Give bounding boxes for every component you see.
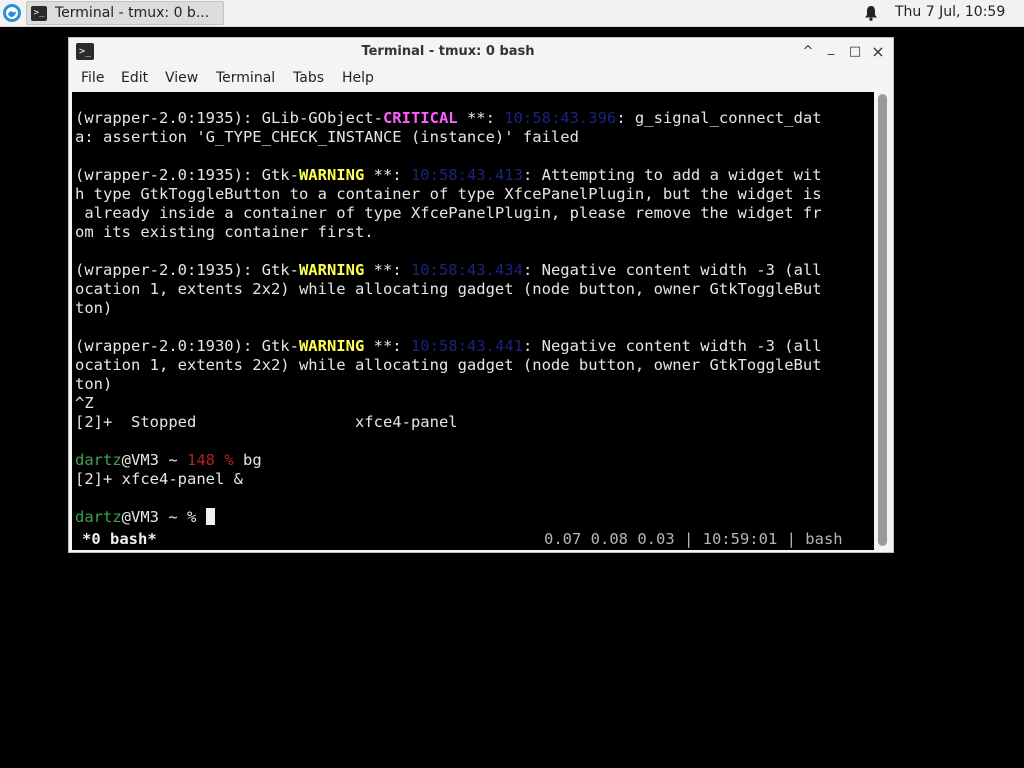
output-text: ton) — [75, 375, 113, 393]
terminal-line: ^Z — [75, 394, 94, 412]
prompt-user: dartz — [75, 508, 122, 526]
tmux-window-list[interactable]: *0 bash* — [82, 530, 157, 549]
menu-help[interactable]: Help — [342, 70, 374, 86]
terminal-line: ton) — [75, 299, 112, 317]
shade-button[interactable]: ^ — [799, 43, 817, 61]
menu-view[interactable]: View — [165, 70, 198, 86]
log-level: WARNING — [298, 261, 365, 279]
log-prefix: (wrapper-2.0:1935): GLib-GObject- — [75, 109, 383, 127]
app-menu-icon[interactable] — [3, 4, 21, 22]
log-prefix: (wrapper-2.0:1935): Gtk- — [75, 166, 299, 184]
prompt-host: @VM3 ~ % — [121, 508, 206, 526]
prompt-host: @VM3 ~ — [121, 451, 187, 469]
log-message: : Negative content width -3 (all — [522, 337, 822, 355]
log-level: WARNING — [298, 166, 365, 184]
log-level: WARNING — [298, 337, 365, 355]
terminal-line: [2]+ Stopped xfce4-panel — [75, 413, 458, 431]
prompt-command: bg — [243, 451, 262, 469]
log-message: : Attempting to add a widget wit — [522, 166, 822, 184]
log-timestamp: 10:58:43.413 — [410, 166, 523, 184]
output-text: a: assertion 'G_TYPE_CHECK_INSTANCE (ins… — [75, 128, 579, 146]
scrollbar[interactable] — [875, 92, 891, 550]
prompt-exit-code: 148 % — [187, 451, 243, 469]
tmux-status-right: 0.07 0.08 0.03 | 10:59:01 | bash — [544, 530, 843, 548]
log-message: : Negative content width -3 (all — [522, 261, 822, 279]
notification-bell-icon[interactable] — [864, 5, 878, 21]
log-level: CRITICAL — [382, 109, 458, 127]
maximize-button[interactable]: □ — [846, 43, 864, 61]
titlebar[interactable]: >_ Terminal - tmux: 0 bash ^ _ □ × — [69, 38, 893, 66]
log-timestamp: 10:58:43.441 — [410, 337, 523, 355]
terminal-line: dartz@VM3 ~ 148 % bg — [75, 451, 262, 469]
terminal-line: (wrapper-2.0:1930): Gtk-WARNING **: 10:5… — [75, 337, 822, 355]
close-button[interactable]: × — [869, 43, 887, 61]
output-text: h type GtkToggleButton to a container of… — [75, 185, 822, 203]
clock[interactable]: Thu 7 Jul, 10:59 — [895, 4, 1005, 20]
menu-edit[interactable]: Edit — [121, 70, 148, 86]
menu-terminal[interactable]: Terminal — [216, 70, 275, 86]
taskbar-terminal-label: Terminal - tmux: 0 b... — [55, 5, 210, 21]
terminal-output-area[interactable]: (wrapper-2.0:1935): GLib-GObject-CRITICA… — [72, 92, 874, 550]
log-separator: **: — [364, 166, 411, 184]
prompt-user: dartz — [75, 451, 122, 469]
log-timestamp: 10:58:43.434 — [410, 261, 523, 279]
output-text: already inside a container of type XfceP… — [75, 204, 822, 222]
terminal-line: already inside a container of type XfceP… — [75, 204, 822, 222]
terminal-line: a: assertion 'G_TYPE_CHECK_INSTANCE (ins… — [75, 128, 579, 146]
log-separator: **: — [457, 109, 505, 127]
menubar: File Edit View Terminal Tabs Help — [69, 66, 893, 92]
terminal-line: (wrapper-2.0:1935): Gtk-WARNING **: 10:5… — [75, 261, 822, 279]
output-text: om its existing container first. — [75, 223, 374, 241]
log-message: : g_signal_connect_dat — [616, 109, 822, 127]
log-separator: **: — [364, 261, 411, 279]
terminal-window: >_ Terminal - tmux: 0 bash ^ _ □ × File … — [68, 37, 894, 553]
taskbar-terminal-button[interactable]: >_ Terminal - tmux: 0 b... — [26, 1, 224, 25]
output-text: ^Z — [75, 394, 94, 412]
terminal-icon: >_ — [31, 6, 47, 21]
log-separator: **: — [364, 337, 411, 355]
menu-tabs[interactable]: Tabs — [293, 70, 324, 86]
terminal-line: h type GtkToggleButton to a container of… — [75, 185, 822, 203]
output-text: [2]+ xfce4-panel & — [75, 470, 243, 488]
window-title: Terminal - tmux: 0 bash — [361, 44, 535, 59]
output-text: ocation 1, extents 2x2) while allocating… — [75, 356, 822, 374]
terminal-line: ocation 1, extents 2x2) while allocating… — [75, 280, 822, 298]
output-text: ocation 1, extents 2x2) while allocating… — [75, 280, 822, 298]
terminal-output[interactable]: (wrapper-2.0:1935): GLib-GObject-CRITICA… — [75, 109, 822, 527]
terminal-line: om its existing container first. — [75, 223, 374, 241]
terminal-line: dartz@VM3 ~ % — [75, 508, 215, 526]
minimize-button[interactable]: _ — [822, 40, 840, 58]
log-prefix: (wrapper-2.0:1935): Gtk- — [75, 261, 299, 279]
top-panel: >_ Terminal - tmux: 0 b... Thu 7 Jul, 10… — [0, 0, 1024, 27]
terminal-line: ton) — [75, 375, 112, 393]
terminal-cursor — [205, 508, 215, 525]
output-text: ton) — [75, 299, 113, 317]
output-text: [2]+ Stopped xfce4-panel — [75, 413, 458, 431]
menu-file[interactable]: File — [81, 70, 104, 86]
terminal-line: (wrapper-2.0:1935): GLib-GObject-CRITICA… — [75, 109, 822, 127]
log-timestamp: 10:58:43.396 — [504, 109, 617, 127]
terminal-line: ocation 1, extents 2x2) while allocating… — [75, 356, 822, 374]
terminal-line: [2]+ xfce4-panel & — [75, 470, 243, 488]
scrollbar-thumb[interactable] — [878, 94, 887, 546]
log-prefix: (wrapper-2.0:1930): Gtk- — [75, 337, 299, 355]
terminal-line: (wrapper-2.0:1935): Gtk-WARNING **: 10:5… — [75, 166, 822, 184]
